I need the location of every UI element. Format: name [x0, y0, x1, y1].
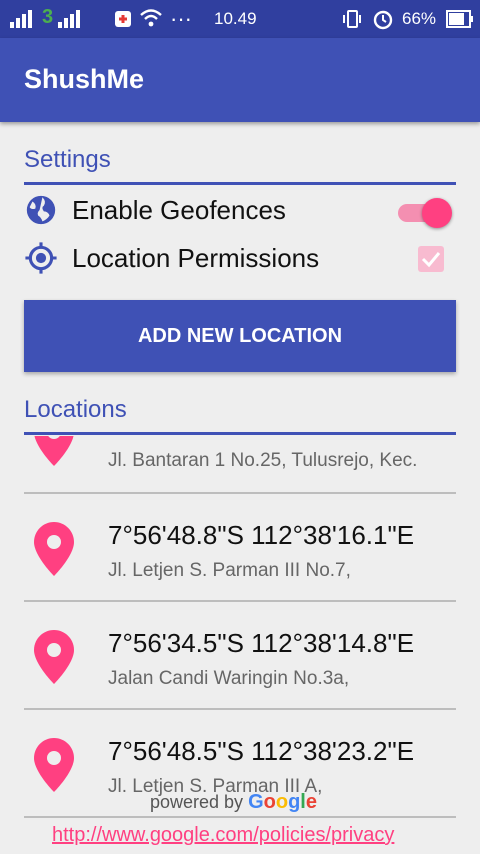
signal-icon-2 — [58, 10, 80, 28]
powered-by-label: powered by — [150, 792, 244, 812]
check-icon — [421, 252, 441, 268]
location-coordinates: 7°56'48.5"S 112°38'23.2"E — [108, 736, 415, 766]
clock-text: 10.49 — [214, 9, 257, 28]
add-new-location-button[interactable]: ADD NEW LOCATION — [24, 300, 456, 372]
app-bar: ShushMe — [0, 38, 480, 122]
app-title: ShushMe — [24, 64, 145, 94]
notification-icon — [115, 11, 131, 27]
map-pin-icon — [34, 738, 74, 792]
permissions-checkbox[interactable] — [418, 246, 444, 272]
google-logo: Google — [248, 791, 317, 813]
carrier-icon: 3 — [42, 6, 54, 28]
list-item[interactable]: 7°56'34.5"S 112°38'14.8"E Jalan Candi Wa… — [24, 602, 456, 710]
powered-by-google: powered by Google — [150, 791, 317, 814]
list-item[interactable]: Jl. Bantaran 1 No.25, Tulusrejo, Kec. — [24, 436, 456, 492]
settings-header: Settings — [24, 146, 111, 173]
vibrate-icon — [343, 10, 361, 28]
signal-icon — [10, 10, 32, 28]
map-pin-icon — [34, 630, 74, 684]
location-permissions-label: Location Permissions — [72, 243, 320, 273]
geofences-toggle[interactable] — [398, 196, 452, 228]
map-pin-icon — [34, 436, 74, 466]
gps-target-icon — [25, 242, 57, 274]
alarm-icon — [373, 10, 393, 30]
location-coordinates: 7°56'34.5"S 112°38'14.8"E — [108, 628, 415, 658]
status-bar: 3 ··· 10.49 66% — [0, 0, 480, 38]
settings-divider — [24, 182, 456, 185]
location-address: Jalan Candi Waringin No.3a, — [108, 668, 350, 689]
wifi-icon — [140, 9, 162, 27]
enable-geofences-label: Enable Geofences — [72, 195, 286, 225]
location-address: Jl. Letjen S. Parman III No.7, — [108, 560, 351, 581]
location-permissions-row[interactable]: Location Permissions — [24, 236, 456, 280]
location-address: Jl. Bantaran 1 No.25, Tulusrejo, Kec. — [108, 450, 418, 471]
location-coordinates: 7°56'48.8"S 112°38'16.1"E — [108, 520, 415, 550]
battery-icon — [446, 10, 473, 28]
list-item[interactable]: 7°56'48.8"S 112°38'16.1"E Jl. Letjen S. … — [24, 494, 456, 602]
toggle-thumb — [422, 198, 452, 228]
more-notifications-icon: ··· — [170, 6, 192, 31]
map-pin-icon — [34, 522, 74, 576]
footer-divider — [24, 816, 456, 818]
globe-icon — [26, 195, 56, 225]
locations-header: Locations — [24, 396, 127, 423]
locations-list[interactable]: Jl. Bantaran 1 No.25, Tulusrejo, Kec. 7°… — [24, 436, 456, 816]
battery-percent: 66% — [402, 9, 437, 28]
enable-geofences-row[interactable]: Enable Geofences — [24, 188, 456, 232]
privacy-link[interactable]: http://www.google.com/policies/privacy — [52, 824, 394, 847]
locations-divider — [24, 432, 456, 435]
